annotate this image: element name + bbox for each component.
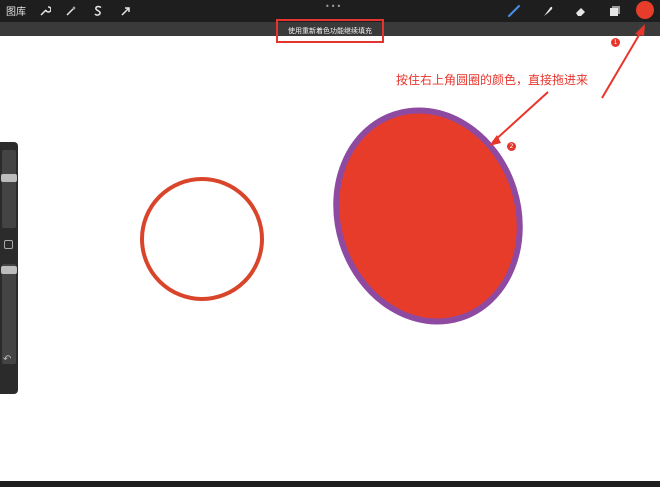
arrow-1-line xyxy=(601,29,643,99)
step-badge-1: 1 xyxy=(611,38,620,47)
step-badge-2: 2 xyxy=(507,142,516,151)
brush-sliders-panel: ↶ xyxy=(0,142,18,394)
modify-square-icon[interactable] xyxy=(4,240,13,249)
brush-size-slider[interactable] xyxy=(2,150,16,228)
arrow-1-head xyxy=(635,24,645,36)
opacity-thumb[interactable] xyxy=(1,266,17,274)
outlined-circle-shape xyxy=(140,177,264,301)
opacity-slider[interactable] xyxy=(2,264,16,364)
instruction-annotation: 按住右上角圆圈的颜色，直接拖进来 xyxy=(396,73,589,87)
bottom-strip xyxy=(0,481,660,487)
undo-icon[interactable]: ↶ xyxy=(3,354,11,365)
arrow-2-line xyxy=(492,91,549,143)
brush-size-thumb[interactable] xyxy=(1,174,17,182)
